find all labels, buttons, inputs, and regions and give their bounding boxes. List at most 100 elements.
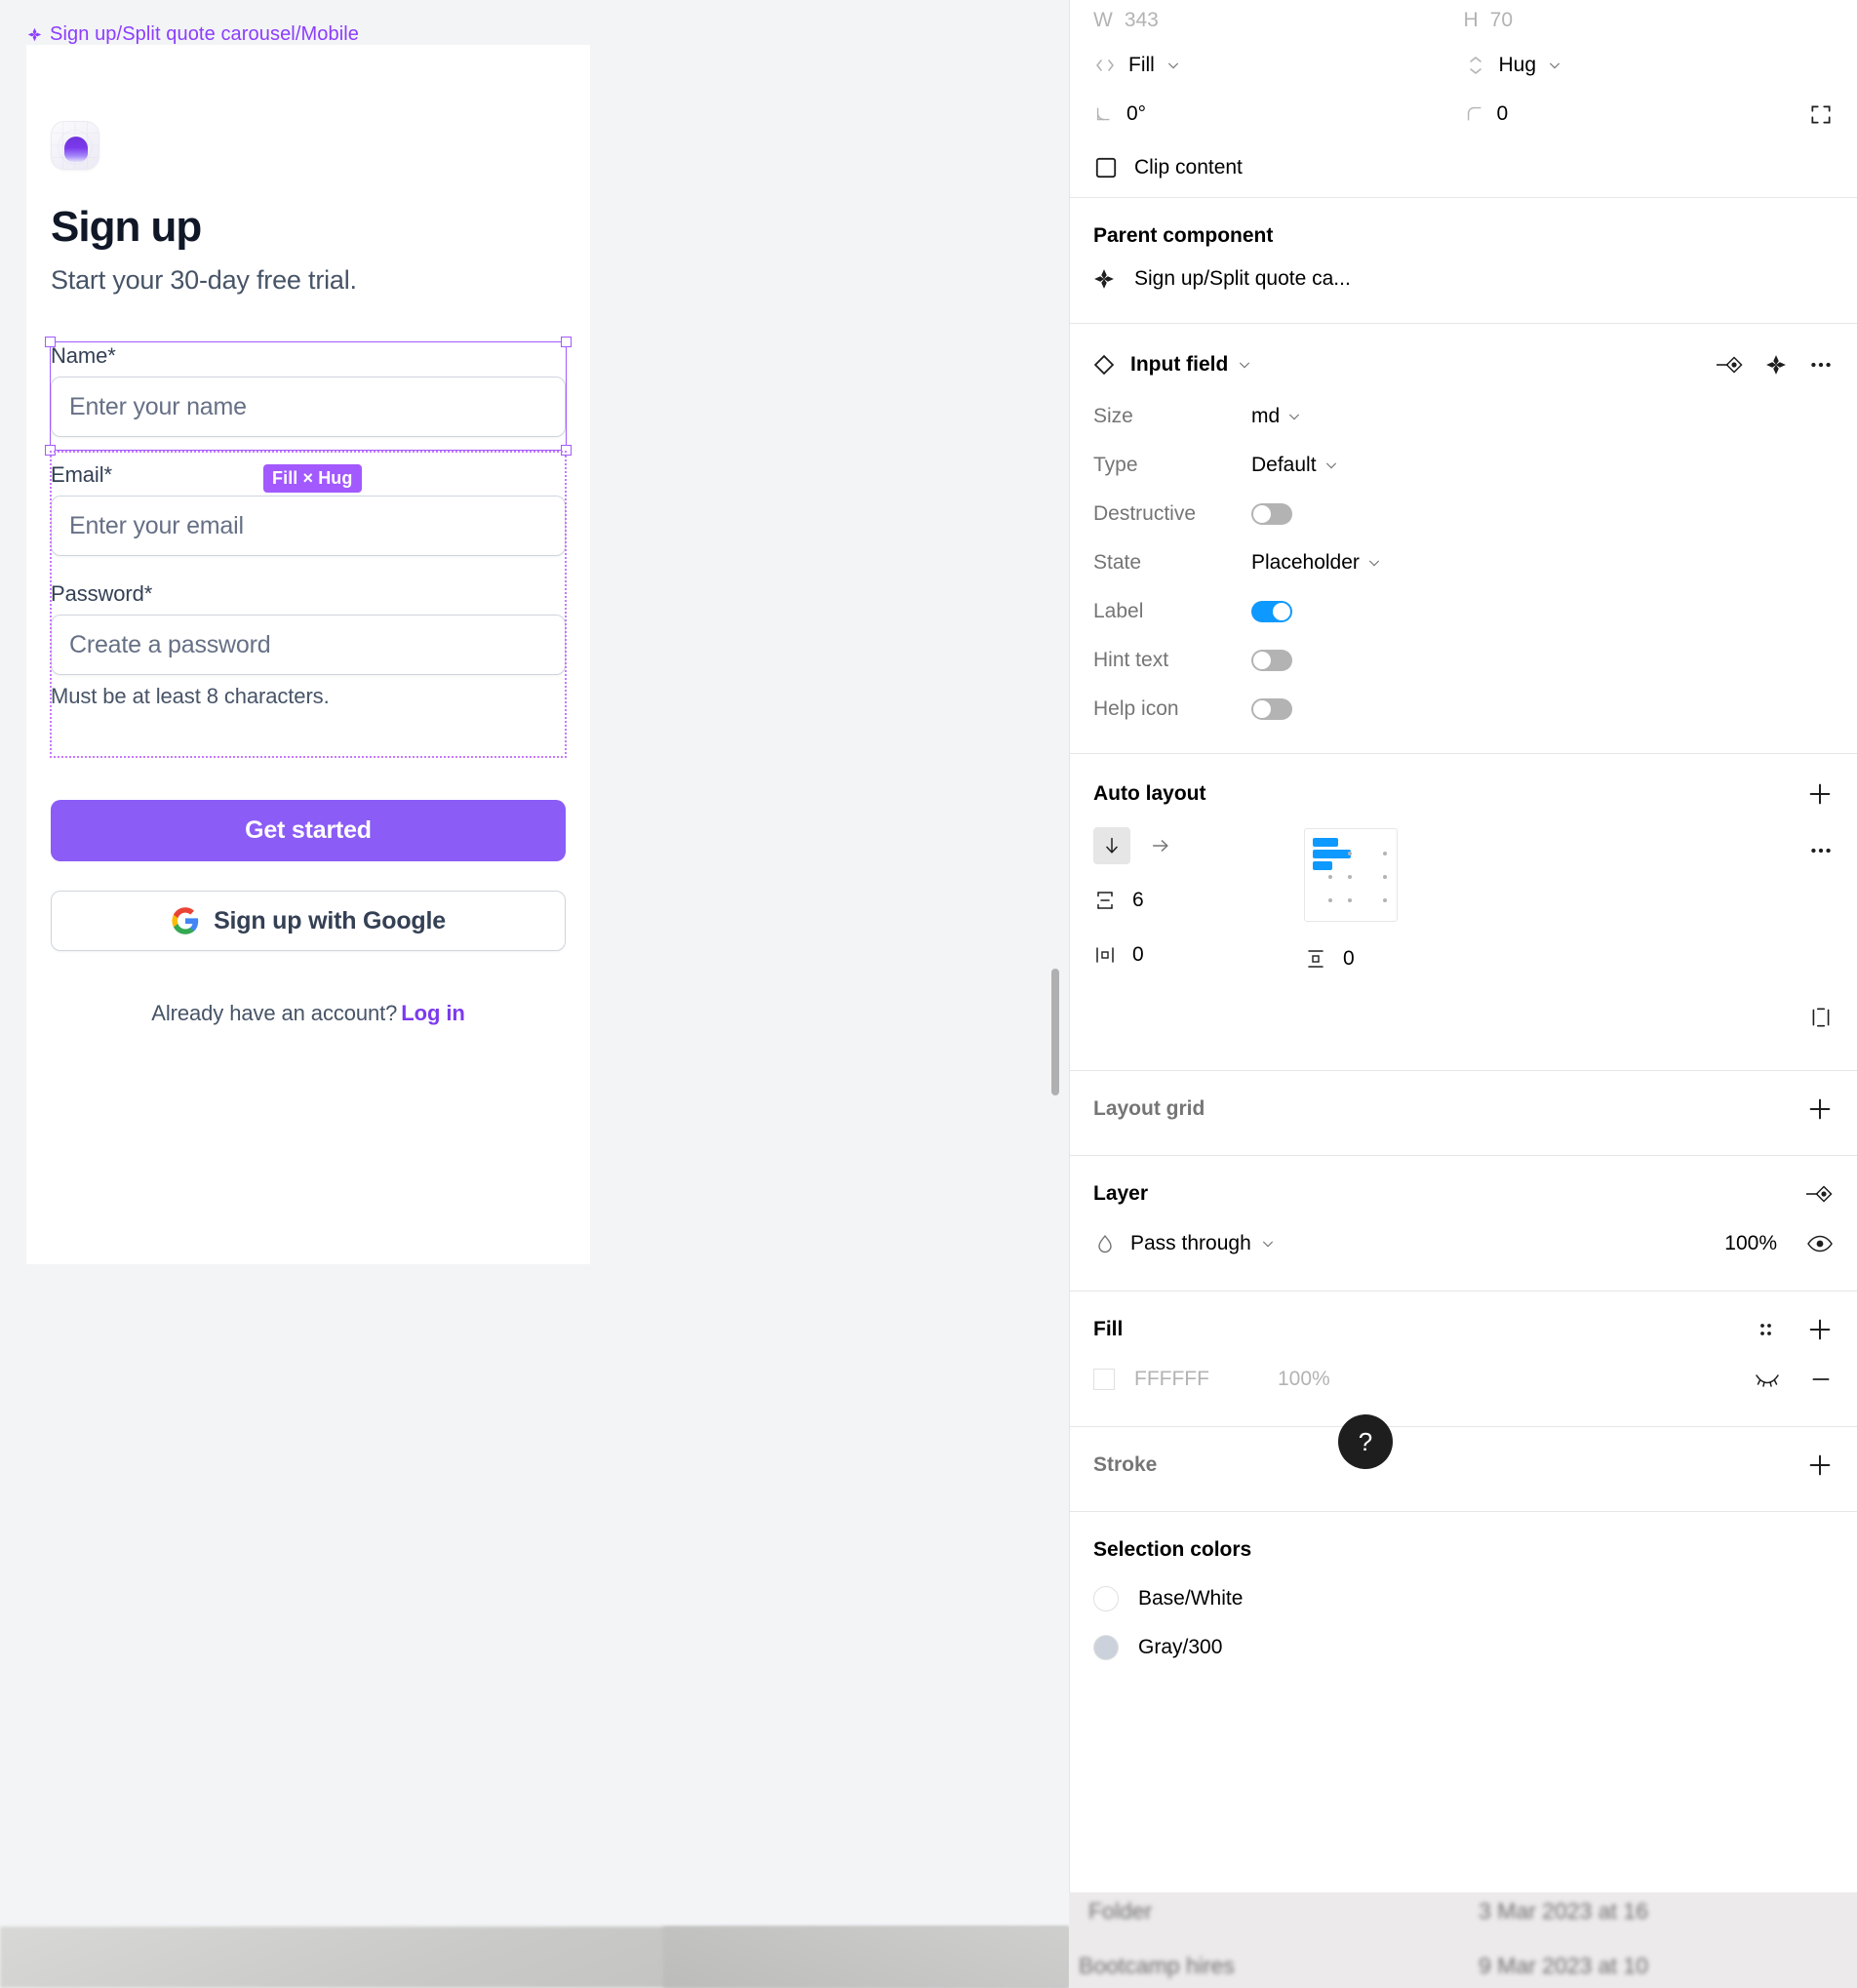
- help-icon-toggle[interactable]: [1251, 698, 1292, 720]
- selection-color-row[interactable]: Base/White: [1093, 1574, 1834, 1623]
- parent-component-name: Sign up/Split quote ca...: [1134, 267, 1351, 290]
- prop-value-size-text: md: [1251, 405, 1281, 427]
- destructive-toggle[interactable]: [1251, 503, 1292, 525]
- resizing-badge: Fill × Hug: [263, 464, 362, 493]
- blend-mode-icon: [1098, 1234, 1112, 1253]
- remove-fill-icon[interactable]: [1808, 1367, 1834, 1392]
- prop-row-label[interactable]: Label: [1093, 587, 1834, 636]
- background-finder-window: Folder 3 Mar 2023 at 16 Bootcamp hires 9…: [1069, 1892, 1857, 1988]
- chevron-down-icon: [1289, 414, 1300, 420]
- password-input[interactable]: Create a password: [51, 615, 566, 675]
- frame-label[interactable]: Sign up/Split quote carousel/Mobile: [27, 23, 359, 46]
- corner-radius-value: 0: [1496, 102, 1509, 125]
- auto-layout-header-row: Auto layout: [1093, 770, 1834, 818]
- selection-color-swatch[interactable]: [1093, 1586, 1119, 1611]
- corner-radius-field[interactable]: 0: [1464, 102, 1745, 126]
- properties-panel[interactable]: W 343 H 70 Fill Hug 0° 0 Clip content Pa…: [1069, 0, 1857, 1892]
- fill-color-row[interactable]: FFFFFF 100%: [1093, 1354, 1834, 1405]
- prop-row-destructive[interactable]: Destructive: [1093, 490, 1834, 538]
- auto-layout-more-options-icon[interactable]: [1808, 838, 1834, 863]
- panel-section-layer: Layer Pass through 100%: [1070, 1156, 1857, 1292]
- alignment-dot: [1383, 875, 1387, 879]
- width-field[interactable]: W 343: [1093, 9, 1464, 32]
- hint-text-toggle[interactable]: [1251, 650, 1292, 671]
- auto-layout-padding-horizontal-field[interactable]: 0: [1093, 928, 1269, 982]
- rotation-value: 0°: [1126, 102, 1147, 125]
- independent-corners-button[interactable]: [1745, 101, 1834, 127]
- desktop-background-blur-2: [663, 1927, 1069, 1988]
- prop-value-state-text: Placeholder: [1251, 551, 1360, 574]
- more-options-icon[interactable]: [1808, 352, 1834, 378]
- prop-row-type[interactable]: Type Default: [1093, 441, 1834, 490]
- visibility-hidden-icon[interactable]: [1754, 1369, 1781, 1390]
- horizontal-padding-icon: [1096, 947, 1114, 963]
- vertical-resize-icon: [1469, 57, 1482, 74]
- help-button[interactable]: ?: [1338, 1414, 1393, 1469]
- alignment-bar-3: [1313, 861, 1332, 870]
- sign-up-with-google-button[interactable]: Sign up with Google: [51, 891, 566, 951]
- selection-color-swatch[interactable]: [1093, 1635, 1119, 1660]
- add-stroke-icon[interactable]: [1806, 1451, 1834, 1479]
- auto-layout-padding-vertical-value: 0: [1343, 947, 1355, 970]
- fill-hex-value[interactable]: FFFFFF: [1134, 1368, 1209, 1391]
- frame-label-text: Sign up/Split quote carousel/Mobile: [50, 23, 360, 45]
- height-field[interactable]: H 70: [1464, 9, 1835, 32]
- checkbox-unchecked-icon[interactable]: [1093, 155, 1119, 180]
- panel-section-stroke: Stroke: [1070, 1427, 1857, 1512]
- vertical-resizing-select[interactable]: Hug: [1464, 54, 1835, 77]
- fill-opacity-value[interactable]: 100%: [1278, 1368, 1330, 1391]
- prop-row-help-icon[interactable]: Help icon: [1093, 685, 1834, 734]
- prop-label-destructive: Destructive: [1093, 502, 1197, 525]
- apply-layer-style-icon[interactable]: [1804, 1181, 1834, 1207]
- email-input[interactable]: Enter your email: [51, 496, 566, 556]
- layer-opacity-value[interactable]: 100%: [1724, 1232, 1777, 1255]
- height-label: H: [1463, 9, 1479, 31]
- field-name: Name* Enter your name: [51, 343, 566, 437]
- swap-instance-icon[interactable]: [1715, 352, 1744, 378]
- parent-component-title: Parent component: [1093, 224, 1274, 247]
- prop-value-state[interactable]: Placeholder: [1251, 551, 1381, 575]
- visibility-eye-icon[interactable]: [1806, 1232, 1834, 1255]
- prop-value-type[interactable]: Default: [1251, 454, 1338, 477]
- panel-section-auto-layout: Auto layout 6 0 0: [1070, 754, 1857, 1071]
- add-layout-grid-icon[interactable]: [1806, 1095, 1834, 1123]
- auto-layout-direction-vertical[interactable]: [1093, 827, 1130, 864]
- panel-section-layout-grid: Layout grid: [1070, 1071, 1857, 1156]
- fill-color-swatch[interactable]: [1093, 1369, 1115, 1390]
- panel-section-component-properties: Input field Size md Type Default Destruc…: [1070, 324, 1857, 754]
- auto-layout-padding-vertical-field[interactable]: 0: [1304, 932, 1355, 986]
- horizontal-resizing-value: Fill: [1128, 54, 1155, 76]
- background-row-text: 9 Mar 2023 at 10: [1479, 1953, 1648, 1978]
- chevron-down-icon[interactable]: [1238, 358, 1251, 372]
- auto-layout-gap-field[interactable]: 6: [1093, 873, 1269, 928]
- component-diamond-icon[interactable]: [1765, 354, 1787, 376]
- parent-component-row[interactable]: Sign up/Split quote ca...: [1093, 257, 1834, 301]
- fill-styles-icon[interactable]: [1754, 1318, 1777, 1341]
- get-started-button[interactable]: Get started: [51, 800, 566, 861]
- panel-section-parent-component: Parent component Sign up/Split quote ca.…: [1070, 198, 1857, 324]
- brand-logo-icon: [51, 121, 99, 170]
- prop-row-state[interactable]: State Placeholder: [1093, 538, 1834, 587]
- auto-layout-alignment-grid[interactable]: [1304, 828, 1398, 922]
- individual-padding-icon[interactable]: [1808, 1005, 1834, 1030]
- prop-value-size[interactable]: md: [1251, 405, 1301, 428]
- selection-colors-header-row: Selection colors: [1093, 1526, 1834, 1574]
- figma-canvas[interactable]: Sign up/Split quote carousel/Mobile Sign…: [0, 0, 1069, 1927]
- add-auto-layout-icon[interactable]: [1806, 780, 1834, 808]
- log-in-link[interactable]: Log in: [401, 1001, 464, 1025]
- login-prompt-text: Already have an account?: [151, 1001, 398, 1025]
- clip-content-row[interactable]: Clip content: [1093, 139, 1834, 197]
- prop-row-hint-text[interactable]: Hint text: [1093, 636, 1834, 685]
- name-input[interactable]: Enter your name: [51, 377, 566, 437]
- canvas-vertical-scrollbar[interactable]: [1051, 969, 1059, 1095]
- prop-row-size[interactable]: Size md: [1093, 392, 1834, 441]
- auto-layout-direction-horizontal[interactable]: [1142, 827, 1179, 864]
- blend-mode-row[interactable]: Pass through 100%: [1093, 1218, 1834, 1269]
- horizontal-resizing-select[interactable]: Fill: [1093, 54, 1464, 77]
- prop-value-type-text: Default: [1251, 454, 1317, 476]
- selection-color-row[interactable]: Gray/300: [1093, 1623, 1834, 1672]
- horizontal-resize-icon: [1096, 60, 1114, 71]
- label-toggle[interactable]: [1251, 601, 1292, 622]
- add-fill-icon[interactable]: [1806, 1316, 1834, 1343]
- rotation-field[interactable]: 0°: [1093, 102, 1464, 126]
